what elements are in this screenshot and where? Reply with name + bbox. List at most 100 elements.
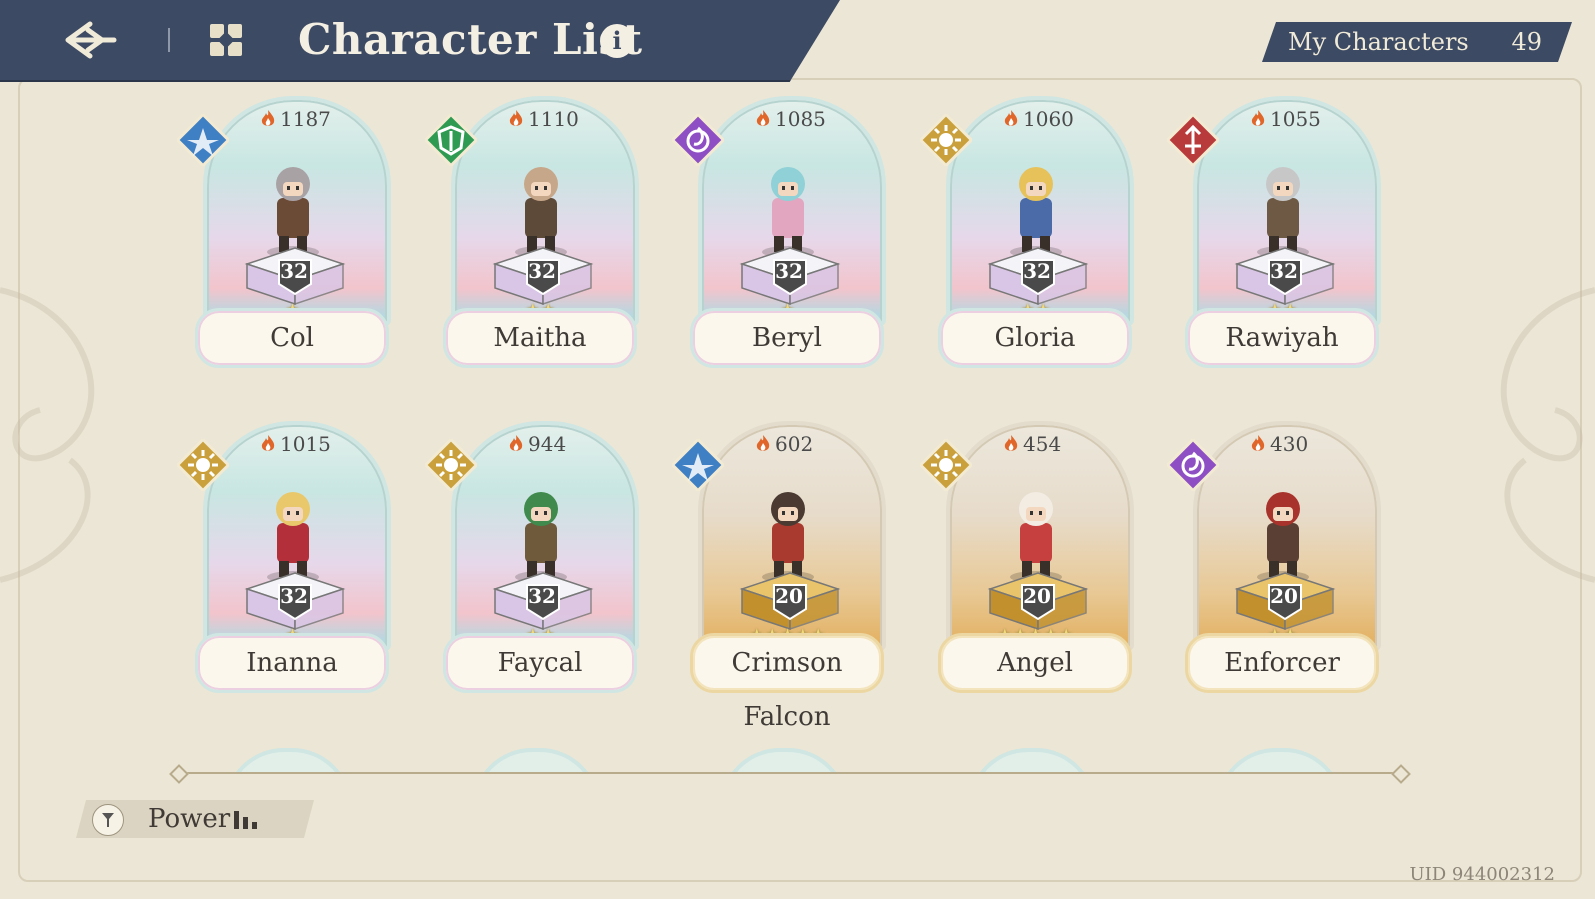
character-card[interactable]: 108532★Beryl (672, 96, 886, 376)
flame-icon (261, 110, 275, 126)
name-plate: Enforcer (1185, 633, 1379, 693)
level-badge: 20 (775, 584, 803, 608)
power-rating: 1015 (259, 431, 331, 457)
sort-descending-icon (234, 811, 264, 829)
light-icon (920, 439, 972, 491)
character-name: Beryl (752, 323, 822, 353)
power-value: 1110 (528, 107, 579, 131)
name-plate: Inanna (195, 633, 389, 693)
name-plate: Beryl (690, 308, 884, 368)
power-value: 1015 (280, 432, 331, 456)
ornament-left (0, 287, 95, 583)
name-plate: Maitha (443, 308, 637, 368)
flame-icon (756, 110, 770, 126)
light-icon (920, 114, 972, 166)
name-plate: Gloria (938, 308, 1132, 368)
flame-icon (1251, 110, 1265, 126)
power-value: 1187 (280, 107, 331, 131)
power-value: 454 (1023, 432, 1062, 456)
power-rating: 1060 (1002, 106, 1074, 132)
flame-icon (1004, 110, 1018, 126)
character-card[interactable]: 105532★★Rawiyah (1167, 96, 1381, 376)
name-plate: Faycal (443, 633, 637, 693)
power-value: 1055 (1270, 107, 1321, 131)
light-icon (177, 439, 229, 491)
character-card[interactable]: 94432★★Faycal (425, 421, 639, 701)
earth-icon (425, 114, 477, 166)
power-value: 944 (528, 432, 567, 456)
level-badge: 20 (1023, 584, 1051, 608)
character-card[interactable]: 43020★★Enforcer (1167, 421, 1381, 701)
page-title: Character List (298, 15, 643, 64)
info-icon[interactable]: i (600, 24, 634, 58)
my-characters-label: My Characters (1288, 28, 1469, 56)
user-id: UID 944002312 (1409, 864, 1555, 885)
arcane-icon (1167, 439, 1219, 491)
power-rating: 454 (1002, 431, 1061, 457)
name-plate: Rawiyah (1185, 308, 1379, 368)
character-name: Gloria (994, 323, 1076, 353)
flame-icon (1251, 435, 1265, 451)
power-rating: 1187 (259, 106, 331, 132)
character-row-partial (0, 740, 1595, 772)
power-rating: 944 (507, 431, 566, 457)
character-name: Enforcer (1224, 648, 1340, 678)
fire-icon (1167, 114, 1219, 166)
storm-icon (177, 114, 229, 166)
sort-label: Power (148, 804, 231, 834)
sort-power-button[interactable]: Power (76, 800, 314, 838)
level-badge: 32 (280, 259, 308, 283)
level-badge: 32 (528, 259, 556, 283)
character-card-partial[interactable] (1216, 748, 1344, 772)
level-badge: 32 (1023, 259, 1051, 283)
character-card[interactable]: 111032★★Maitha (425, 96, 639, 376)
back-button[interactable] (62, 16, 122, 64)
character-card[interactable]: 60220★★★★★Crimson Falcon (672, 421, 886, 732)
level-badge: 32 (1270, 259, 1298, 283)
character-card[interactable]: 118732★Col (177, 96, 391, 376)
character-name: Inanna (246, 648, 338, 678)
character-name: Rawiyah (1225, 323, 1339, 353)
level-badge: 32 (280, 584, 308, 608)
name-plate: Col (195, 308, 389, 368)
storm-icon (672, 439, 724, 491)
arcane-icon (672, 114, 724, 166)
character-card[interactable]: 106032★★Gloria (920, 96, 1134, 376)
character-name: Col (270, 323, 314, 353)
power-rating: 1055 (1249, 106, 1321, 132)
character-card-partial[interactable] (224, 748, 352, 772)
sort-filter-icon (92, 804, 124, 836)
character-card[interactable]: 45420★★★★★Angel (920, 421, 1134, 701)
level-badge: 32 (528, 584, 556, 608)
name-plate: Angel (938, 633, 1132, 693)
power-value: 430 (1270, 432, 1309, 456)
level-badge: 20 (1270, 584, 1298, 608)
light-icon (425, 439, 477, 491)
power-value: 1060 (1023, 107, 1074, 131)
name-plate: Crimson Falcon (690, 633, 884, 732)
flame-icon (756, 435, 770, 451)
power-value: 602 (775, 432, 814, 456)
back-arrow-icon (65, 21, 117, 59)
home-menu-button[interactable] (206, 20, 246, 60)
character-name: Maitha (493, 323, 587, 353)
power-value: 1085 (775, 107, 826, 131)
character-card[interactable]: 101532★Inanna (177, 421, 391, 701)
character-name: Angel (997, 648, 1073, 678)
power-rating: 1110 (507, 106, 579, 132)
flame-icon (509, 110, 523, 126)
character-card-partial[interactable] (968, 748, 1096, 772)
header-bar: Character List i (0, 0, 840, 82)
grid-menu-icon (210, 24, 242, 56)
my-characters-count: 49 (1511, 28, 1542, 56)
character-card-partial[interactable] (720, 748, 848, 772)
flame-icon (261, 435, 275, 451)
character-name: Crimson Falcon (731, 648, 843, 732)
ornament-right (1500, 287, 1595, 583)
list-scroll-divider (176, 772, 1402, 774)
character-card-partial[interactable] (472, 748, 600, 772)
flame-icon (1004, 435, 1018, 451)
power-rating: 602 (754, 431, 813, 457)
character-name: Faycal (497, 648, 583, 678)
flame-icon (509, 435, 523, 451)
